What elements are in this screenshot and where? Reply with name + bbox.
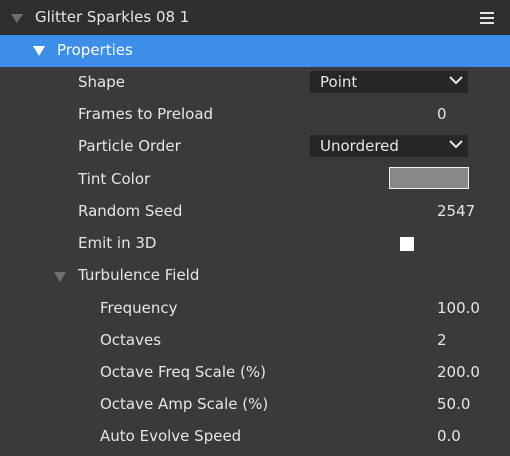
octave-freq-scale-field[interactable]: 200.0 xyxy=(437,363,480,381)
collapse-arrow-icon[interactable] xyxy=(54,272,66,282)
turbulence-field-group-header[interactable]: Turbulence Field xyxy=(0,260,510,292)
tint-color-row: Tint Color xyxy=(0,164,510,196)
random-seed-label: Random Seed xyxy=(78,202,183,220)
frequency-label: Frequency xyxy=(100,299,178,317)
component-title: Glitter Sparkles 08 1 xyxy=(35,8,190,26)
frames-to-preload-row: Frames to Preload 0 xyxy=(0,99,510,131)
octave-amp-scale-row: Octave Amp Scale (%) 50.0 xyxy=(0,389,510,421)
section-label: Properties xyxy=(57,41,133,59)
shape-label: Shape xyxy=(78,73,125,91)
octave-freq-scale-row: Octave Freq Scale (%) 200.0 xyxy=(0,357,510,389)
shape-row: Shape Point xyxy=(0,67,510,99)
turbulence-field-label: Turbulence Field xyxy=(78,266,200,284)
chevron-down-icon xyxy=(449,76,463,85)
particle-order-dropdown[interactable]: Unordered xyxy=(310,135,468,157)
chevron-down-icon xyxy=(449,140,463,149)
particle-order-row: Particle Order Unordered xyxy=(0,131,510,163)
octave-freq-scale-label: Octave Freq Scale (%) xyxy=(100,363,266,381)
frames-to-preload-field[interactable]: 0 xyxy=(437,105,447,123)
auto-evolve-speed-field[interactable]: 0.0 xyxy=(437,427,461,445)
emit-in-3d-label: Emit in 3D xyxy=(78,234,157,252)
auto-evolve-speed-label: Auto Evolve Speed xyxy=(100,427,242,445)
shape-dropdown[interactable]: Point xyxy=(310,71,468,93)
tint-color-swatch[interactable] xyxy=(389,167,469,189)
tint-color-label: Tint Color xyxy=(78,170,151,188)
emit-in-3d-row: Emit in 3D xyxy=(0,228,510,260)
random-seed-field[interactable]: 2547 xyxy=(437,202,475,220)
octave-amp-scale-label: Octave Amp Scale (%) xyxy=(100,395,269,413)
properties-section-header[interactable]: Properties xyxy=(0,35,510,67)
octaves-label: Octaves xyxy=(100,331,162,349)
octave-amp-scale-field[interactable]: 50.0 xyxy=(437,395,470,413)
shape-value: Point xyxy=(320,73,358,91)
frames-to-preload-label: Frames to Preload xyxy=(78,105,214,123)
particle-order-label: Particle Order xyxy=(78,137,181,155)
emit-in-3d-checkbox[interactable] xyxy=(400,237,414,251)
particle-order-value: Unordered xyxy=(320,137,399,155)
random-seed-row: Random Seed 2547 xyxy=(0,196,510,228)
component-header: Glitter Sparkles 08 1 xyxy=(0,0,510,35)
frequency-row: Frequency 100.0 xyxy=(0,293,510,325)
octaves-row: Octaves 2 xyxy=(0,325,510,357)
frequency-field[interactable]: 100.0 xyxy=(437,299,480,317)
collapse-arrow-icon[interactable] xyxy=(11,14,23,23)
auto-evolve-speed-row: Auto Evolve Speed 0.0 xyxy=(0,421,510,453)
expand-arrow-icon xyxy=(33,46,45,56)
hamburger-menu-icon[interactable] xyxy=(480,12,494,24)
octaves-field[interactable]: 2 xyxy=(437,331,447,349)
